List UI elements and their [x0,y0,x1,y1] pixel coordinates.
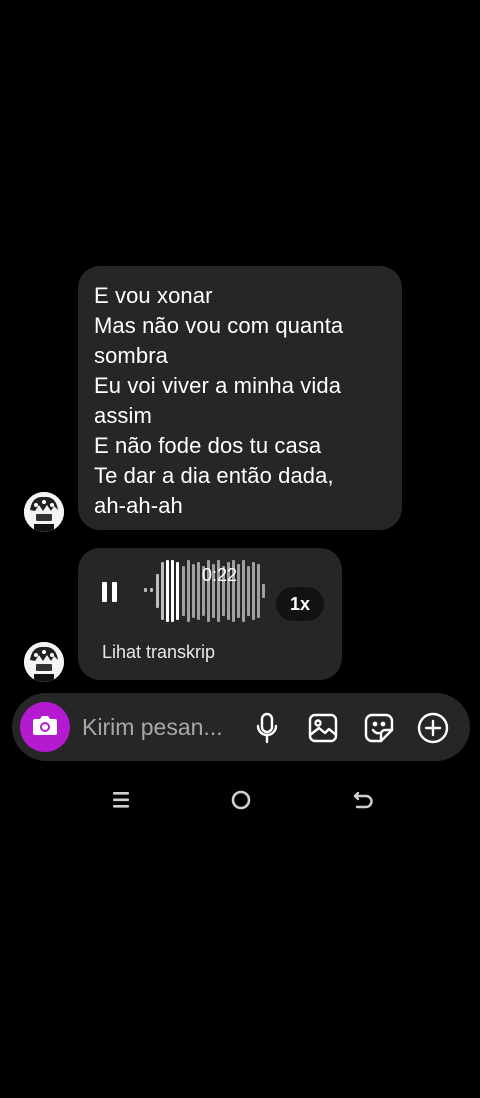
recent-apps-icon[interactable] [108,788,134,812]
message-line: Te dar a dia então dada, [94,463,334,488]
received-text-message[interactable]: E vou xonar Mas não vou com quanta sombr… [78,266,402,530]
sticker-icon[interactable] [362,712,396,744]
voice-duration: 0:22 [202,565,238,585]
message-line: Mas não vou com quanta [94,313,344,338]
message-line: Eu voi viver a minha vida [94,373,342,398]
message-input[interactable]: Kirim pesan... [82,714,223,741]
sender-avatar[interactable] [24,642,64,682]
message-line: sombra [94,343,168,368]
gallery-icon[interactable] [306,712,340,744]
sender-avatar[interactable] [24,492,64,532]
message-line: ah-ah-ah [94,493,183,518]
playback-speed-button[interactable]: 1x [276,587,324,621]
camera-icon [31,713,59,742]
back-icon[interactable] [350,788,376,812]
message-composer [12,693,470,761]
message-line: assim [94,403,152,428]
message-line: E não fode dos tu casa [94,433,322,458]
camera-button[interactable] [20,702,70,752]
microphone-icon[interactable] [252,711,282,745]
home-icon[interactable] [228,788,254,812]
message-line: E vou xonar [94,283,213,308]
view-transcript-link[interactable]: Lihat transkrip [102,642,215,663]
add-icon[interactable] [416,711,450,745]
